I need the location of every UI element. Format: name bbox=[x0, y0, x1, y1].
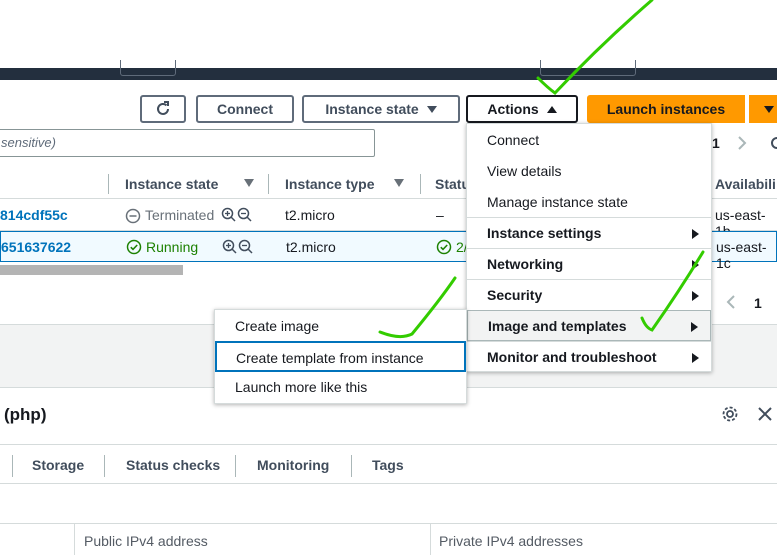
private-ipv4-label: Private IPv4 addresses bbox=[439, 533, 583, 549]
caret-down-icon bbox=[764, 105, 774, 113]
menu-item-label: Create image bbox=[235, 318, 320, 334]
menu-item-create-template-from-instance[interactable]: Create template from instance bbox=[215, 341, 466, 372]
menu-item-label: Monitor and troubleshoot bbox=[487, 349, 657, 365]
menu-item-label: Networking bbox=[487, 256, 564, 272]
menu-item-label: View details bbox=[487, 163, 562, 179]
instance-type-value: t2.micro bbox=[286, 239, 336, 255]
column-header-instance-type[interactable]: Instance type bbox=[285, 176, 374, 192]
actions-label: Actions bbox=[487, 101, 539, 117]
header-segment bbox=[540, 60, 636, 76]
chevron-right-icon bbox=[692, 229, 699, 239]
tab-storage[interactable]: Storage bbox=[32, 457, 84, 473]
details-tab-bar: Storage Status checks Monitoring Tags bbox=[0, 444, 777, 484]
chevron-right-icon bbox=[692, 291, 699, 301]
refresh-button[interactable] bbox=[140, 95, 186, 123]
column-header-status[interactable]: Statu bbox=[435, 176, 470, 192]
menu-item-label: Manage instance state bbox=[487, 194, 628, 210]
actions-dropdown[interactable]: Actions bbox=[466, 95, 578, 123]
image-templates-submenu: Create image Create template from instan… bbox=[214, 309, 467, 404]
column-header-availability-zone[interactable]: Availabili bbox=[715, 176, 776, 192]
column-divider bbox=[108, 174, 109, 194]
column-divider bbox=[420, 174, 421, 194]
tab-status-checks[interactable]: Status checks bbox=[126, 457, 220, 473]
instance-id-link[interactable]: 814cdf55c bbox=[0, 207, 68, 223]
availability-zone-value: us-east-1c bbox=[716, 239, 767, 271]
status-check-value: – bbox=[436, 207, 444, 223]
sort-icon[interactable] bbox=[244, 179, 254, 187]
launch-instances-button[interactable]: Launch instances bbox=[587, 95, 745, 123]
menu-item-label: Instance settings bbox=[487, 225, 602, 241]
menu-item-image-and-templates[interactable]: Image and templates bbox=[467, 310, 711, 341]
tab-divider bbox=[235, 455, 236, 477]
caret-up-icon bbox=[546, 105, 557, 113]
column-divider bbox=[268, 174, 269, 194]
pagination-current-page[interactable]: 1 bbox=[712, 135, 720, 151]
zoom-in-icon[interactable] bbox=[221, 207, 237, 223]
menu-item-monitor-and-troubleshoot[interactable]: Monitor and troubleshoot bbox=[467, 342, 711, 373]
instance-state-value: Running bbox=[146, 239, 199, 255]
actions-menu: Connect View details Manage instance sta… bbox=[466, 123, 712, 372]
menu-item-connect[interactable]: Connect bbox=[467, 125, 711, 156]
menu-item-label: Connect bbox=[487, 132, 540, 148]
menu-item-view-details[interactable]: View details bbox=[467, 156, 711, 187]
zoom-out-icon[interactable] bbox=[238, 239, 254, 255]
search-placeholder: sensitive) bbox=[1, 135, 56, 150]
column-divider bbox=[74, 524, 75, 555]
menu-item-networking[interactable]: Networking bbox=[467, 249, 711, 280]
menu-item-label: Launch more like this bbox=[235, 379, 368, 395]
menu-item-label: Image and templates bbox=[488, 318, 627, 334]
connect-button-label: Connect bbox=[217, 101, 273, 117]
menu-item-label: Create template from instance bbox=[236, 350, 424, 366]
menu-item-label: Security bbox=[487, 287, 543, 303]
menu-item-launch-more-like-this[interactable]: Launch more like this bbox=[215, 372, 466, 403]
zoom-out-icon[interactable] bbox=[237, 207, 253, 223]
running-check-icon bbox=[436, 239, 452, 255]
settings-gear-icon[interactable] bbox=[721, 405, 739, 423]
pagination-bottom-page[interactable]: 1 bbox=[754, 295, 762, 311]
menu-item-security[interactable]: Security bbox=[467, 280, 711, 311]
chevron-right-icon bbox=[692, 353, 699, 363]
header-segment bbox=[120, 60, 176, 76]
details-summary-row: Public IPv4 address Private IPv4 address… bbox=[0, 523, 777, 555]
tab-tags[interactable]: Tags bbox=[372, 457, 404, 473]
instance-state-dropdown[interactable]: Instance state bbox=[302, 95, 460, 123]
launch-instances-label: Launch instances bbox=[606, 101, 726, 117]
tab-divider bbox=[12, 455, 13, 477]
tab-divider bbox=[104, 455, 105, 477]
horizontal-scrollbar[interactable] bbox=[0, 265, 183, 275]
tab-divider bbox=[351, 455, 352, 477]
chevron-right-icon[interactable] bbox=[735, 134, 749, 152]
settings-gear-icon[interactable] bbox=[770, 135, 777, 151]
menu-item-manage-instance-state[interactable]: Manage instance state bbox=[467, 187, 711, 218]
instance-id-link[interactable]: 651637622 bbox=[1, 239, 71, 255]
sort-icon[interactable] bbox=[394, 179, 404, 187]
caret-down-icon bbox=[426, 105, 437, 113]
tab-monitoring[interactable]: Monitoring bbox=[257, 457, 329, 473]
zoom-in-icon[interactable] bbox=[222, 239, 238, 255]
menu-item-create-image[interactable]: Create image bbox=[215, 311, 466, 342]
public-ipv4-label: Public IPv4 address bbox=[84, 533, 208, 549]
column-header-instance-state[interactable]: Instance state bbox=[125, 176, 218, 192]
running-check-icon bbox=[126, 239, 142, 255]
console-header-bar bbox=[0, 60, 777, 80]
chevron-right-icon bbox=[692, 260, 699, 270]
chevron-left-icon[interactable] bbox=[724, 293, 738, 311]
close-icon[interactable] bbox=[757, 406, 773, 422]
menu-item-instance-settings[interactable]: Instance settings bbox=[467, 218, 711, 249]
connect-button[interactable]: Connect bbox=[196, 95, 294, 123]
instance-state-value: Terminated bbox=[145, 207, 215, 223]
instance-state-label: Instance state bbox=[325, 101, 419, 117]
refresh-icon bbox=[157, 101, 169, 115]
launch-options-button[interactable] bbox=[749, 95, 777, 123]
column-divider bbox=[430, 524, 431, 555]
chevron-right-icon bbox=[691, 322, 698, 332]
instance-type-value: t2.micro bbox=[285, 207, 335, 223]
details-panel-title: (php) bbox=[4, 405, 47, 424]
search-input[interactable]: sensitive) bbox=[0, 129, 375, 157]
terminated-icon bbox=[125, 208, 141, 224]
